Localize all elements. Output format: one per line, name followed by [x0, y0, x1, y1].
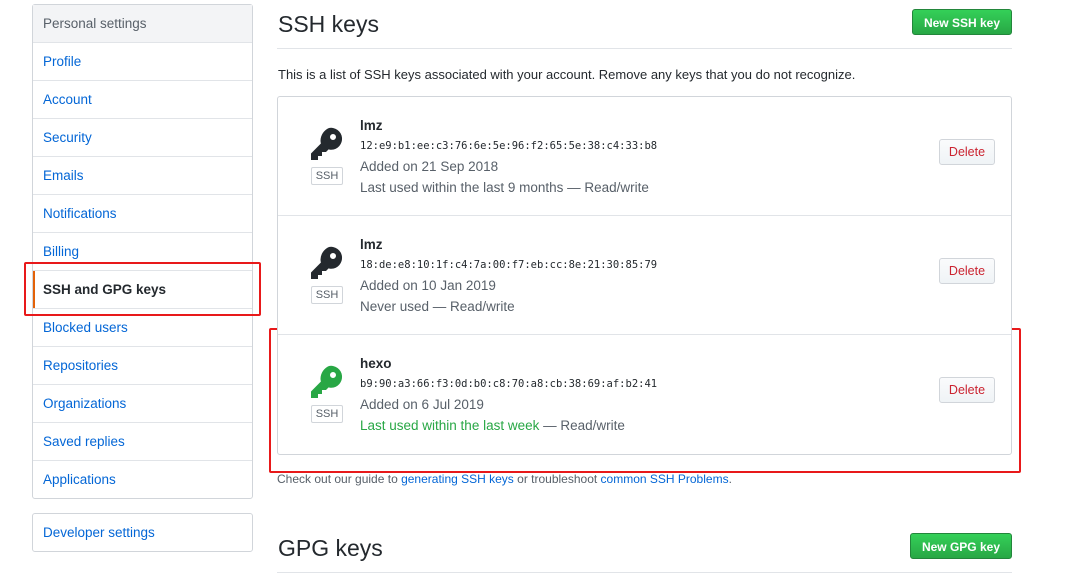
sidebar-item-billing[interactable]: Billing — [33, 233, 252, 271]
key-last-used: Last used within the last week — Read/wr… — [360, 418, 625, 433]
generating-ssh-keys-link[interactable]: generating SSH keys — [401, 472, 514, 486]
sidebar-item-security[interactable]: Security — [33, 119, 252, 157]
key-access: — Read/write — [429, 299, 515, 314]
footnote-mid: or troubleshoot — [513, 472, 601, 486]
common-ssh-problems-link[interactable]: common SSH Problems — [601, 472, 729, 486]
ssh-type-label: SSH — [311, 405, 343, 423]
footnote-post: . — [728, 472, 732, 486]
new-gpg-key-button[interactable]: New GPG key — [909, 533, 1012, 559]
sidebar-item-emails[interactable]: Emails — [33, 157, 252, 195]
sidebar-item-applications[interactable]: Applications — [33, 461, 252, 498]
key-title: hexo — [360, 356, 392, 371]
settings-menu: Personal settings Profile Account Securi… — [32, 4, 253, 499]
menu-heading: Personal settings — [33, 5, 252, 43]
delete-key-button[interactable]: Delete — [939, 258, 995, 284]
key-fingerprint: 18:de:e8:10:1f:c4:7a:00:f7:eb:cc:8e:21:3… — [360, 259, 658, 271]
ssh-type-label: SSH — [311, 286, 343, 304]
ssh-key-row: SSH lmz 12:e9:b1:ee:c3:76:6e:5e:96:f2:65… — [278, 97, 1011, 216]
key-fingerprint: 12:e9:b1:ee:c3:76:6e:5e:96:f2:65:5e:38:c… — [360, 140, 658, 152]
sidebar-item-developer-settings[interactable]: Developer settings — [33, 514, 252, 551]
sidebar-item-organizations[interactable]: Organizations — [33, 385, 252, 423]
sidebar-item-account[interactable]: Account — [33, 81, 252, 119]
ssh-keys-header: SSH keys New SSH key — [277, 4, 1012, 49]
ssh-key-row: SSH lmz 18:de:e8:10:1f:c4:7a:00:f7:eb:cc… — [278, 216, 1011, 335]
key-last-used: Last used within the last 9 months — Rea… — [360, 180, 649, 195]
sidebar-item-blocked-users[interactable]: Blocked users — [33, 309, 252, 347]
sidebar-item-profile[interactable]: Profile — [33, 43, 252, 81]
key-last-used-text: Last used within the last week — [360, 418, 540, 433]
sidebar-item-notifications[interactable]: Notifications — [33, 195, 252, 233]
key-title: lmz — [360, 237, 383, 252]
footnote-pre: Check out our guide to — [277, 472, 402, 486]
key-access: — Read/write — [563, 180, 649, 195]
delete-key-button[interactable]: Delete — [939, 377, 995, 403]
delete-key-button[interactable]: Delete — [939, 139, 995, 165]
key-added-date: Added on 10 Jan 2019 — [360, 278, 496, 293]
key-icon — [311, 246, 343, 279]
key-last-used: Never used — Read/write — [360, 299, 515, 314]
key-added-date: Added on 21 Sep 2018 — [360, 159, 499, 174]
developer-menu: Developer settings — [32, 513, 253, 552]
sidebar-item-repositories[interactable]: Repositories — [33, 347, 252, 385]
key-last-used-text: Last used within the last 9 months — [360, 180, 564, 195]
ssh-key-list: SSH lmz 12:e9:b1:ee:c3:76:6e:5e:96:f2:65… — [277, 96, 1012, 455]
gpg-keys-title: GPG keys — [278, 535, 383, 561]
ssh-intro-text: This is a list of SSH keys associated wi… — [278, 67, 856, 82]
key-icon — [311, 127, 343, 160]
key-added-date: Added on 6 Jul 2019 — [360, 397, 484, 412]
ssh-keys-title: SSH keys — [278, 11, 379, 37]
ssh-help-footnote: Check out our guide to generating SSH ke… — [277, 472, 732, 486]
ssh-key-row: SSH hexo b9:90:a3:66:f3:0d:b0:c8:70:a8:c… — [278, 335, 1011, 453]
key-access: — Read/write — [539, 418, 625, 433]
sidebar-item-saved-replies[interactable]: Saved replies — [33, 423, 252, 461]
key-title: lmz — [360, 118, 383, 133]
new-ssh-key-button[interactable]: New SSH key — [911, 9, 1012, 35]
key-icon — [311, 365, 343, 398]
sidebar-item-ssh-gpg-keys[interactable]: SSH and GPG keys — [33, 271, 252, 309]
ssh-type-label: SSH — [311, 167, 343, 185]
gpg-keys-header: GPG keys New GPG key — [277, 528, 1012, 573]
key-fingerprint: b9:90:a3:66:f3:0d:b0:c8:70:a8:cb:38:69:a… — [360, 378, 658, 390]
key-last-used-text: Never used — [360, 299, 430, 314]
